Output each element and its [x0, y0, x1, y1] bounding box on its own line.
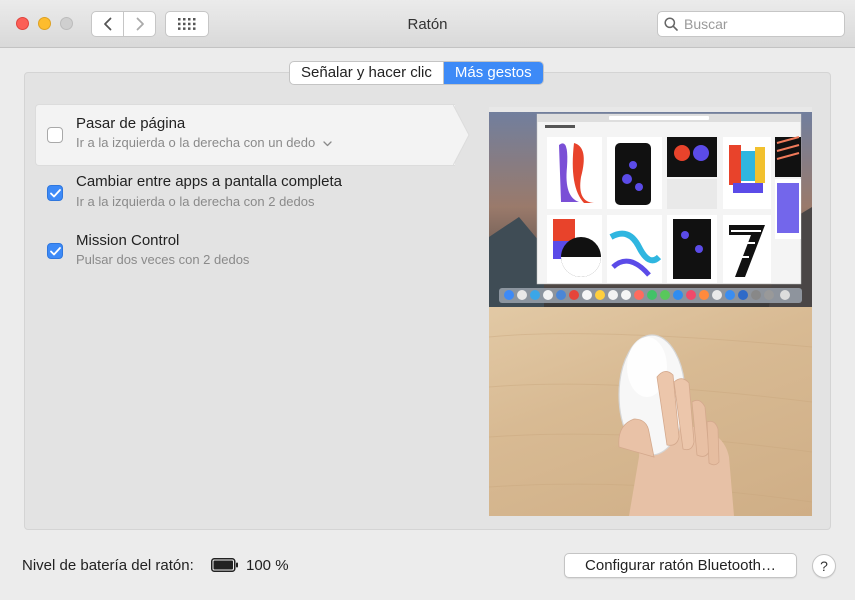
checkmark-icon [49, 188, 61, 197]
checkmark-icon [49, 246, 61, 255]
search-field[interactable] [657, 11, 845, 37]
battery-level-value: 100 % [246, 557, 289, 574]
gesture-subtitle: Ir a la izquierda o la derecha con 2 ded… [76, 194, 315, 209]
battery-full-icon [211, 558, 238, 572]
swipe-pages-checkbox[interactable] [47, 127, 63, 143]
preview-desk [489, 307, 812, 516]
configure-bluetooth-mouse-button[interactable]: Configurar ratón Bluetooth… [564, 553, 797, 578]
preview-screen [489, 107, 812, 307]
help-button[interactable]: ? [812, 554, 836, 578]
tab-more-gestures[interactable]: Más gestos [442, 62, 543, 84]
mission-control-checkbox[interactable] [47, 243, 63, 259]
battery-level-label: Nivel de batería del ratón: [22, 557, 194, 574]
chevron-down-icon [323, 141, 332, 147]
title-bar: Ratón [0, 0, 855, 48]
gesture-title: Pasar de página [76, 115, 186, 132]
gesture-subtitle: Ir a la izquierda o la derecha con un de… [76, 135, 316, 150]
gesture-subtitle: Pulsar dos veces con 2 dedos [76, 252, 250, 267]
swipe-fullscreen-apps-checkbox[interactable] [47, 185, 63, 201]
gesture-title: Cambiar entre apps a pantalla completa [76, 173, 342, 190]
gesture-preview-video [489, 107, 812, 516]
tab-point-and-click[interactable]: Señalar y hacer clic [290, 62, 443, 84]
magnifier-icon [664, 17, 678, 31]
gesture-title: Mission Control [76, 232, 180, 249]
gesture-subtitle-row[interactable]: Ir a la izquierda o la derecha con un de… [76, 135, 332, 150]
search-input[interactable] [684, 16, 834, 32]
tab-bar: Señalar y hacer clic Más gestos [289, 61, 544, 85]
selection-pointer [453, 104, 470, 166]
